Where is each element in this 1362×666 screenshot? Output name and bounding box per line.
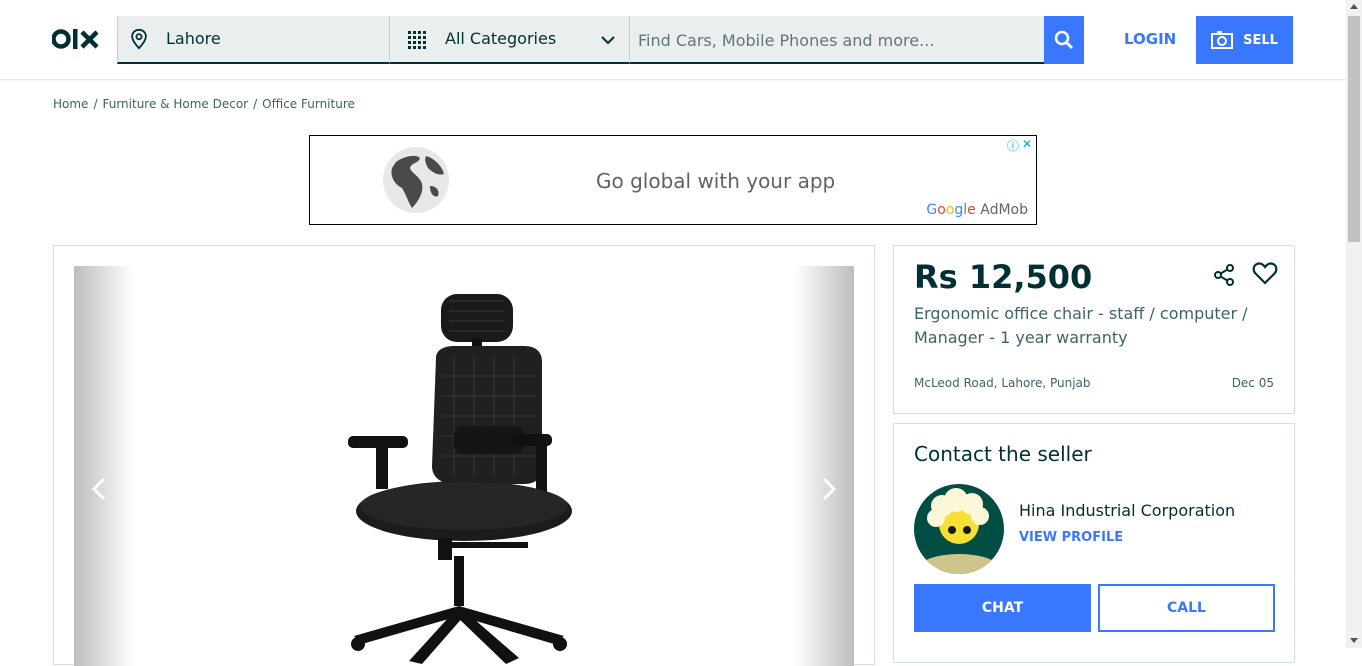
breadcrumb-home[interactable]: Home <box>53 97 88 111</box>
image-gallery <box>53 245 875 666</box>
gallery-shade-left <box>74 266 134 666</box>
olx-logo[interactable] <box>52 26 102 52</box>
heart-icon[interactable] <box>1252 261 1278 287</box>
listing-location: McLeod Road, Lahore, Punjab <box>914 376 1091 390</box>
ad-banner[interactable]: Go global with your app ⓘ ✕ Google AdMob <box>309 135 1037 225</box>
price-card: Rs 12,500 Ergonomic office chair - staff… <box>893 245 1295 414</box>
ad-product: AdMob <box>980 202 1028 218</box>
gallery-shade-right <box>794 266 854 666</box>
breadcrumb-furniture[interactable]: Furniture & Home Decor <box>102 97 248 111</box>
chevron-down-icon <box>601 36 615 45</box>
ad-brand: Google AdMob <box>926 202 1028 218</box>
category-value: All Categories <box>445 29 557 48</box>
close-icon[interactable]: ✕ <box>1022 137 1032 154</box>
listing-date: Dec 05 <box>1231 376 1274 390</box>
seller-name: Hina Industrial Corporation <box>1019 501 1236 520</box>
seller-card: Contact the seller Hina Industrial Corpo… <box>893 423 1295 663</box>
scroll-up-arrow-icon[interactable] <box>1350 4 1358 9</box>
ad-choices[interactable]: ⓘ ✕ <box>1007 137 1032 154</box>
ad-headline: Go global with your app <box>596 169 836 193</box>
avatar[interactable] <box>914 484 1004 574</box>
location-value: Lahore <box>166 29 221 48</box>
login-link[interactable]: LOGIN <box>1124 30 1176 48</box>
search-field <box>629 16 1045 64</box>
sell-button[interactable]: SELL <box>1196 16 1293 64</box>
page-scrollbar[interactable] <box>1346 0 1362 648</box>
call-button[interactable]: CALL <box>1098 584 1275 632</box>
share-icon[interactable] <box>1212 263 1236 287</box>
view-profile-link[interactable]: VIEW PROFILE <box>1019 530 1123 545</box>
breadcrumb-separator: / <box>253 97 258 111</box>
location-pin-icon <box>131 28 147 50</box>
camera-icon <box>1211 31 1234 49</box>
previous-image-button[interactable] <box>88 471 112 507</box>
category-selector[interactable]: All Categories <box>389 16 629 64</box>
next-image-button[interactable] <box>816 471 840 507</box>
grid-icon <box>408 31 426 49</box>
header: Lahore All Categories LOGIN <box>0 0 1346 80</box>
breadcrumb-office-furniture[interactable]: Office Furniture <box>262 97 355 111</box>
listing-price: Rs 12,500 <box>914 258 1093 296</box>
gallery-viewport <box>74 266 854 666</box>
chat-button[interactable]: CHAT <box>914 584 1091 632</box>
info-icon[interactable]: ⓘ <box>1007 137 1019 154</box>
scroll-down-arrow-icon[interactable] <box>1350 638 1358 643</box>
scrollbar-thumb[interactable] <box>1348 16 1360 242</box>
breadcrumb: Home / Furniture & Home Decor / Office Furni… <box>53 97 355 111</box>
listing-title: Ergonomic office chair - staff / compute… <box>914 304 1248 347</box>
product-image[interactable] <box>314 266 614 666</box>
breadcrumb-separator: / <box>93 97 98 111</box>
search-button[interactable] <box>1044 16 1084 64</box>
globe-icon <box>383 147 449 213</box>
sell-label: SELL <box>1243 32 1278 48</box>
search-input[interactable] <box>638 28 1038 52</box>
search-icon <box>1054 30 1073 49</box>
location-selector[interactable]: Lahore <box>117 16 389 64</box>
seller-heading: Contact the seller <box>914 442 1092 466</box>
